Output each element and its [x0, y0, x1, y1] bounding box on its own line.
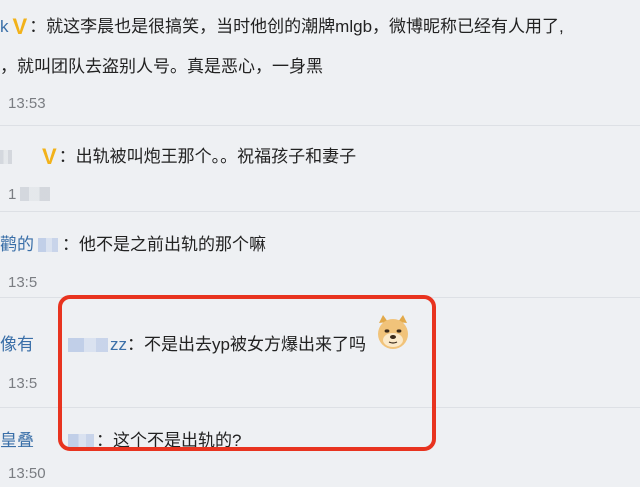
- comment-item: k V ：就这李晨也是很搞笑，当时他创的潮牌mlgb，微博昵称已经有人用了, ，就叫…: [0, 0, 640, 124]
- comment-text: ：就这李晨也是很搞笑，当时他创的潮牌mlgb，微博昵称已经有人用了,: [29, 17, 564, 36]
- comment-text-continued: ，就叫团队去盗别人号。真是恶心，一身黑: [0, 57, 323, 76]
- comment-username[interactable]: 像有: [0, 335, 34, 354]
- comment-timestamp: 13:50: [8, 465, 46, 482]
- comment-username[interactable]: k: [0, 17, 9, 36]
- comment-text: ：出轨被叫炮王那个。。祝福孩子和妻子: [58, 147, 357, 166]
- verified-badge-icon: V: [42, 144, 57, 169]
- comment-item: V ：出轨被叫炮王那个。。祝福孩子和妻子 1: [0, 126, 640, 210]
- blurred-username[interactable]: [0, 150, 12, 164]
- comment-line: V ：出轨被叫炮王那个。。祝福孩子和妻子: [0, 142, 356, 170]
- comment-timestamp: 13:5: [8, 274, 38, 291]
- comment-item: 鹳的 ：他不是之前出轨的那个嘛 13:5: [0, 212, 640, 296]
- blurred-region: [20, 187, 51, 201]
- comment-username[interactable]: 鹳的: [0, 235, 34, 254]
- blurred-username: [38, 238, 58, 252]
- comment-line: k V ：就这李晨也是很搞笑，当时他创的潮牌mlgb，微博昵称已经有人用了,: [0, 12, 564, 40]
- timestamp-text: 1: [8, 186, 17, 203]
- comment-timestamp: 1: [8, 186, 51, 203]
- comment-text: ：他不是之前出轨的那个嘛: [62, 235, 266, 254]
- verified-badge-icon: V: [12, 14, 28, 39]
- comment-line: 鹳的 ：他不是之前出轨的那个嘛: [0, 230, 266, 255]
- comment-timestamp: 13:5: [8, 375, 38, 392]
- comment-timestamp: 13:53: [8, 95, 46, 112]
- highlight-box: [58, 295, 436, 451]
- comment-username[interactable]: 皇叠: [0, 431, 34, 450]
